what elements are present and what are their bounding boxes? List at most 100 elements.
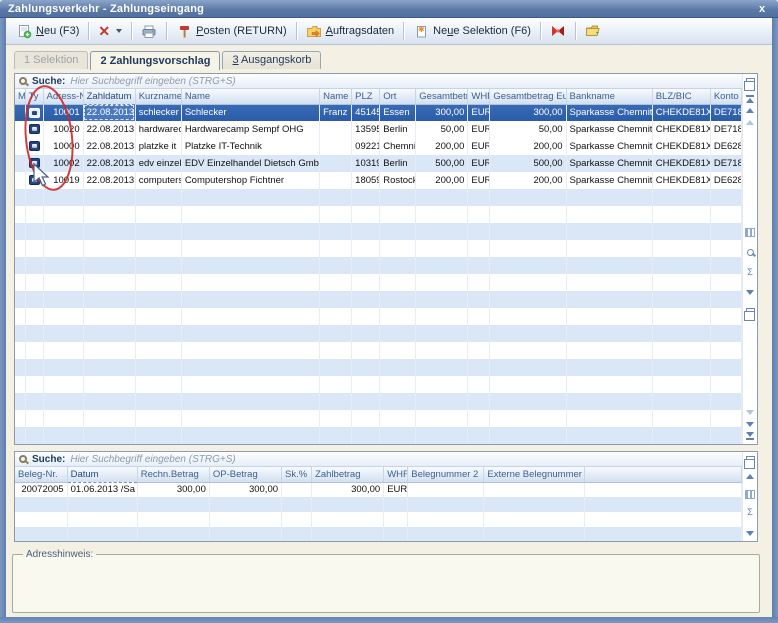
table-row[interactable]	[15, 257, 742, 274]
neue-selektion-button[interactable]: ✱ Neue Selektion (F6)	[407, 20, 537, 42]
table-row[interactable]	[15, 308, 742, 325]
go-last-icon[interactable]	[744, 430, 757, 442]
copy-grid-icon[interactable]	[744, 76, 757, 88]
sum-icon[interactable]: Σ	[744, 266, 757, 278]
table-row[interactable]	[15, 427, 742, 444]
column-header-name2[interactable]: Name 2	[320, 89, 352, 104]
cell-adress_nr	[43, 223, 83, 240]
column-header-zahlbetrag[interactable]: Zahlbetrag	[312, 467, 384, 482]
cell-m	[15, 257, 25, 274]
cell-name2	[320, 308, 352, 325]
column-header-konto[interactable]: Konto	[710, 89, 741, 104]
table-row[interactable]: 2007200501.06.2013 /Sa300,00300,00300,00…	[15, 482, 742, 497]
column-header-filler[interactable]	[584, 467, 741, 482]
table-row[interactable]	[15, 512, 742, 527]
table-row[interactable]: 1001922.08.2013computershComputershop Fi…	[15, 172, 742, 189]
cell-kurzname	[135, 393, 181, 410]
grid-search-icon[interactable]	[744, 246, 757, 258]
delete-button[interactable]: ✕	[92, 20, 128, 42]
column-header-whr[interactable]: WHR	[384, 467, 408, 482]
table-row[interactable]: 1000222.08.2013edv einzelEDV Einzelhande…	[15, 155, 742, 172]
table-row[interactable]	[15, 376, 742, 393]
scroll-down-icon[interactable]	[744, 527, 757, 539]
column-header-zahldatum[interactable]: Zahldatum	[83, 89, 135, 104]
table-row[interactable]	[15, 410, 742, 427]
table-row[interactable]	[15, 497, 742, 512]
column-header-gesamtbetrag_euro[interactable]: Gesamtbetrag Euro	[490, 89, 566, 104]
scroll-down-icon[interactable]	[744, 418, 757, 430]
column-header-belegnummer2[interactable]: Belegnummer 2	[408, 467, 484, 482]
cell-ty	[25, 342, 43, 359]
table-row[interactable]	[15, 393, 742, 410]
table-row[interactable]: 1002022.08.2013hardwarecaHardwarecamp Se…	[15, 121, 742, 138]
column-header-gesamtbetrag[interactable]: Gesamtbetrag	[416, 89, 468, 104]
column-header-bankname[interactable]: Bankname	[566, 89, 652, 104]
table-row[interactable]	[15, 342, 742, 359]
table-row[interactable]	[15, 291, 742, 308]
table-row[interactable]: 1000022.08.2013platzke itPlatzke IT-Tech…	[15, 138, 742, 155]
scroll-up-icon[interactable]	[744, 470, 757, 482]
table-row[interactable]	[15, 189, 742, 206]
table-row[interactable]: 1000122.08.2013schleckerSchleckerFranz45…	[15, 104, 742, 121]
columns-icon[interactable]	[744, 226, 757, 238]
posten-button[interactable]: Posten (RETURN)	[170, 20, 292, 42]
print-button[interactable]	[135, 20, 163, 42]
search-bar-items[interactable]: Suche: Hier Suchbegriff eingeben (STRG+S…	[15, 452, 757, 467]
cell-name	[181, 325, 319, 342]
column-header-datum[interactable]: Datum	[67, 467, 137, 482]
column-header-beleg_nr[interactable]: Beleg-Nr.	[15, 467, 67, 482]
cell-bankname: Sparkasse Chemnitz	[566, 155, 652, 172]
column-header-kurzname[interactable]: Kurzname	[135, 89, 181, 104]
table-row[interactable]	[15, 527, 742, 541]
scroll-up-icon[interactable]	[744, 104, 757, 116]
sum-icon[interactable]: Σ	[744, 506, 757, 518]
cell-gesamtbetrag	[416, 376, 468, 393]
tab-zahlungsvorschlag[interactable]: 2 Zahlungsvorschlag	[90, 51, 220, 70]
column-header-ort[interactable]: Ort	[380, 89, 416, 104]
column-header-sk[interactable]: Sk.%	[282, 467, 312, 482]
filter-icon[interactable]	[744, 286, 757, 298]
column-header-ty[interactable]: Ty	[25, 89, 43, 104]
page-up-icon[interactable]	[744, 116, 757, 128]
table-row[interactable]	[15, 274, 742, 291]
new-button[interactable]: Neu (F3)	[10, 20, 85, 42]
page-down-icon[interactable]	[744, 406, 757, 418]
tab-selektion[interactable]: 1 Selektion	[14, 51, 88, 69]
column-header-blz_bic[interactable]: BLZ/BIC	[652, 89, 710, 104]
cell-plz	[352, 342, 380, 359]
cell-ort	[380, 189, 416, 206]
columns-icon[interactable]	[744, 488, 757, 500]
support-button[interactable]	[544, 20, 572, 42]
column-header-op_betrag[interactable]: OP-Betrag	[209, 467, 281, 482]
cell-gesamtbetrag_euro	[490, 291, 566, 308]
payments-panel: Suche: Hier Suchbegriff eingeben (STRG+S…	[14, 73, 758, 445]
tab-ausgangskorb[interactable]: 3 Ausgangskorb	[222, 51, 321, 69]
table-row[interactable]	[15, 325, 742, 342]
column-header-rechn_betrag[interactable]: Rechn.Betrag	[137, 467, 209, 482]
copy-grid-icon[interactable]	[744, 454, 757, 466]
table-row[interactable]	[15, 359, 742, 376]
column-header-name[interactable]: Name	[181, 89, 319, 104]
column-header-m[interactable]: M	[15, 89, 25, 104]
table-row[interactable]	[15, 240, 742, 257]
close-button[interactable]: x	[754, 3, 770, 15]
export-icon[interactable]	[744, 306, 757, 318]
auftragsdaten-button[interactable]: Auftragsdaten	[300, 20, 401, 42]
column-header-plz[interactable]: PLZ	[352, 89, 380, 104]
table-row[interactable]	[15, 223, 742, 240]
column-header-adress_nr[interactable]: Adress-Nr.	[43, 89, 83, 104]
dropdown-caret-icon[interactable]	[116, 29, 122, 33]
cell-adress_nr	[43, 410, 83, 427]
cell-kurzname	[135, 189, 181, 206]
payment-type-icon	[29, 108, 40, 118]
column-header-whr[interactable]: WHR	[468, 89, 490, 104]
go-first-icon[interactable]	[744, 92, 757, 104]
cell-gesamtbetrag_euro	[490, 325, 566, 342]
search-bar-payments[interactable]: Suche: Hier Suchbegriff eingeben (STRG+S…	[15, 74, 757, 89]
cell-gesamtbetrag	[416, 257, 468, 274]
table-row[interactable]	[15, 206, 742, 223]
cell-name	[181, 206, 319, 223]
cell-bankname	[566, 291, 652, 308]
open-folder-button[interactable]	[579, 20, 607, 42]
column-header-externe_belegnummer[interactable]: Externe Belegnummer	[484, 467, 584, 482]
